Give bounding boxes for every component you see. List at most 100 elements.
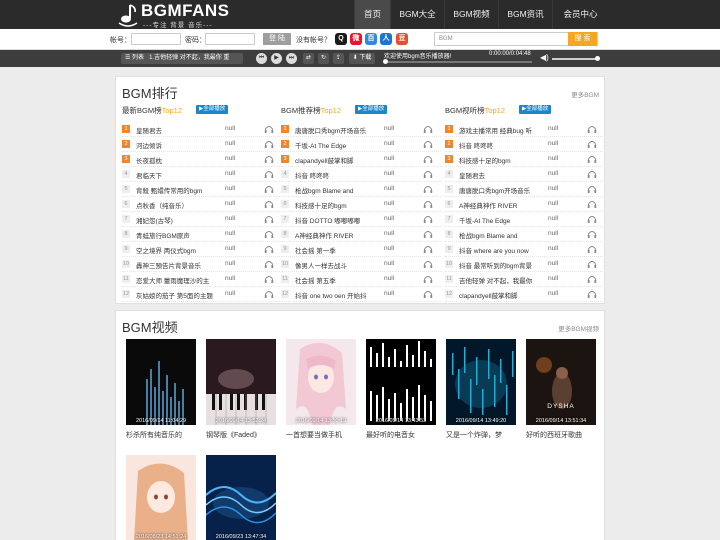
volume-slider[interactable]	[552, 56, 600, 61]
rank-song-name[interactable]: 轟神三預告片背景音乐	[136, 260, 226, 270]
rank-row[interactable]: 12 clapandyell鼓掌和脚 null	[445, 287, 605, 302]
more-bgm-link[interactable]: 更多BGM	[571, 89, 599, 99]
rank-row[interactable]: 8 枪战bgm Blame and null	[445, 227, 605, 242]
rank-song-name[interactable]: 长夜孤枕	[136, 155, 226, 165]
rank-song-name[interactable]: 湘妃怨(古琴)	[136, 215, 226, 225]
rank-row[interactable]: 7 湘妃怨(古琴) null	[122, 212, 282, 227]
video-thumbnail[interactable]: 2016/09/14 11:04:29	[126, 339, 196, 425]
rank-row[interactable]: 1 唐唐脱口秀bgm开场音乐 null	[281, 122, 441, 137]
rank-song-name[interactable]: 游戏主播常用 经典bug 听	[459, 125, 549, 135]
rank-row[interactable]: 5 枪战bgm Blame and null	[281, 182, 441, 197]
headphone-icon[interactable]	[587, 139, 597, 149]
rank-row[interactable]: 12 抖音 one two oen 开始抖 null	[281, 287, 441, 302]
headphone-icon[interactable]	[423, 169, 433, 179]
login-button[interactable]: 登 陆	[263, 33, 291, 45]
rank-song-name[interactable]: clapandyell鼓掌和脚	[459, 290, 549, 300]
headphone-icon[interactable]	[423, 289, 433, 299]
rank-song-name[interactable]: 空之境界 两仪式bgm	[136, 245, 226, 255]
rank-song-name[interactable]: 抖音 最常听到的bgm背景	[459, 260, 549, 270]
headphone-icon[interactable]	[587, 214, 597, 224]
rank-row[interactable]: 2 千坂-At The Edge null	[281, 137, 441, 152]
play-all-button[interactable]: ▶全部播放	[196, 105, 229, 114]
search-input[interactable]: BGM	[439, 36, 453, 42]
next-icon[interactable]: ⏭	[286, 53, 297, 64]
rank-song-name[interactable]: 青蛙旅行BGM原声	[136, 230, 226, 240]
rank-song-name[interactable]: 君临天下	[136, 170, 226, 180]
play-icon[interactable]: ▶	[271, 53, 282, 64]
rank-row[interactable]: 1 皇随君去 null	[122, 122, 282, 137]
rank-song-name[interactable]: 抖音 咚咚咚	[459, 140, 549, 150]
rank-song-name[interactable]: 千坂-At The Edge	[459, 215, 549, 225]
rank-row[interactable]: 11 吉他轻弹 对不起，我最你 null	[445, 272, 605, 287]
video-card[interactable]: 2016/09/14 13:50:19 一首想要当做手机	[286, 339, 356, 439]
video-thumbnail[interactable]: DYSHA 2016/09/14 13:51:34	[526, 339, 596, 425]
rank-row[interactable]: 10 像男人一样去战斗 null	[281, 257, 441, 272]
rank-row[interactable]: 3 clapandyell鼓掌和脚 null	[281, 152, 441, 167]
headphone-icon[interactable]	[423, 274, 433, 284]
video-thumbnail[interactable]: 2016/08/23 14:51:24	[126, 455, 196, 540]
rank-song-name[interactable]: 抖音 one two oen 开始抖	[295, 290, 385, 300]
headphone-icon[interactable]	[587, 154, 597, 164]
rank-song-name[interactable]: 恋爱大师 蕾雨魔理沙的主	[136, 275, 226, 285]
volume-knob[interactable]	[595, 56, 600, 61]
headphone-icon[interactable]	[423, 124, 433, 134]
video-card[interactable]: 2016/09/14 11:04:29 杉杀所有纯音乐的	[126, 339, 196, 439]
video-card[interactable]: 2016/09/14 13:43:53 最好听的电音女	[366, 339, 436, 439]
video-caption[interactable]: 好听的西班牙歌曲	[526, 430, 606, 440]
video-caption[interactable]: 杉杀所有纯音乐的	[126, 430, 206, 440]
rank-song-name[interactable]: 唐唐脱口秀bgm开场音乐	[295, 125, 385, 135]
rank-song-name[interactable]: 河边倾诉	[136, 140, 226, 150]
share-icon[interactable]: ⇪	[333, 53, 344, 64]
headphone-icon[interactable]	[423, 214, 433, 224]
rank-song-name[interactable]: 抖音 DOTTO 嘟嘟嘟嘟	[295, 215, 385, 225]
headphone-icon[interactable]	[423, 139, 433, 149]
rank-song-name[interactable]: 千坂-At The Edge	[295, 140, 385, 150]
register-link[interactable]: 没有帐号？	[296, 35, 331, 45]
video-caption[interactable]: 一首想要当做手机	[286, 430, 366, 440]
headphone-icon[interactable]	[264, 199, 274, 209]
nav-bgm-all[interactable]: BGM大全	[390, 0, 444, 29]
more-video-link[interactable]: 更多BGM视频	[558, 323, 599, 333]
rank-row[interactable]: 10 抖音 最常听到的bgm背景 null	[445, 257, 605, 272]
baidu-login-icon[interactable]: 百	[365, 33, 377, 45]
account-input[interactable]	[131, 33, 181, 45]
rank-row[interactable]: 11 恋爱大师 蕾雨魔理沙的主 null	[122, 272, 282, 287]
rank-row[interactable]: 9 空之境界 两仪式bgm null	[122, 242, 282, 257]
headphone-icon[interactable]	[587, 124, 597, 134]
video-caption[interactable]: 钢琴版《Faded》	[206, 430, 286, 440]
rank-row[interactable]: 2 抖音 咚咚咚 null	[445, 137, 605, 152]
video-thumbnail[interactable]: 2016/09/14 13:50:19	[286, 339, 356, 425]
rank-row[interactable]: 11 社会摇 第五季 null	[281, 272, 441, 287]
headphone-icon[interactable]	[587, 289, 597, 299]
video-card[interactable]: 2016/09/23 13:47:34	[206, 455, 276, 540]
rank-song-name[interactable]: 社会摇 第五季	[295, 275, 385, 285]
rank-row[interactable]: 7 千坂-At The Edge null	[445, 212, 605, 227]
rank-row[interactable]: 9 社会摇 第一季 null	[281, 242, 441, 257]
rank-row[interactable]: 9 抖音 where are you now null	[445, 242, 605, 257]
rank-row[interactable]: 6 科技感十足的bgm null	[281, 197, 441, 212]
headphone-icon[interactable]	[423, 244, 433, 254]
headphone-icon[interactable]	[264, 259, 274, 269]
rank-song-name[interactable]: 抖音 where are you now	[459, 245, 549, 255]
rank-row[interactable]: 8 A神经典神作 RIVER null	[281, 227, 441, 242]
progress-knob[interactable]	[383, 59, 388, 64]
video-caption[interactable]: 又是一个炸弹，梦	[446, 430, 526, 440]
video-thumbnail[interactable]: 2016/09/23 13:47:34	[206, 455, 276, 540]
rank-row[interactable]: 5 背殺 甄嬛传常用的bgm null	[122, 182, 282, 197]
search-button[interactable]: 搜 索	[568, 32, 597, 46]
rank-song-name[interactable]: 科技感十足的bgm	[295, 200, 385, 210]
rank-row[interactable]: 2 河边倾诉 null	[122, 137, 282, 152]
headphone-icon[interactable]	[587, 229, 597, 239]
rank-song-name[interactable]: 社会摇 第一季	[295, 245, 385, 255]
headphone-icon[interactable]	[423, 259, 433, 269]
headphone-icon[interactable]	[587, 244, 597, 254]
play-all-button[interactable]: ▶全部播放	[355, 105, 388, 114]
douban-login-icon[interactable]: 豆	[396, 33, 408, 45]
video-card[interactable]: 2016/09/14 13:49:20 又是一个炸弹，梦	[446, 339, 516, 439]
progress-bar[interactable]	[383, 59, 532, 64]
headphone-icon[interactable]	[264, 274, 274, 284]
video-card[interactable]: DYSHA 2016/09/14 13:51:34 好听的西班牙歌曲	[526, 339, 596, 439]
rank-song-name[interactable]: A神经典神作 RIVER	[295, 230, 385, 240]
rank-row[interactable]: 12 灰姑娘的茄子 第5面的主题 null	[122, 287, 282, 302]
rank-row[interactable]: 3 科技感十足的bgm null	[445, 152, 605, 167]
